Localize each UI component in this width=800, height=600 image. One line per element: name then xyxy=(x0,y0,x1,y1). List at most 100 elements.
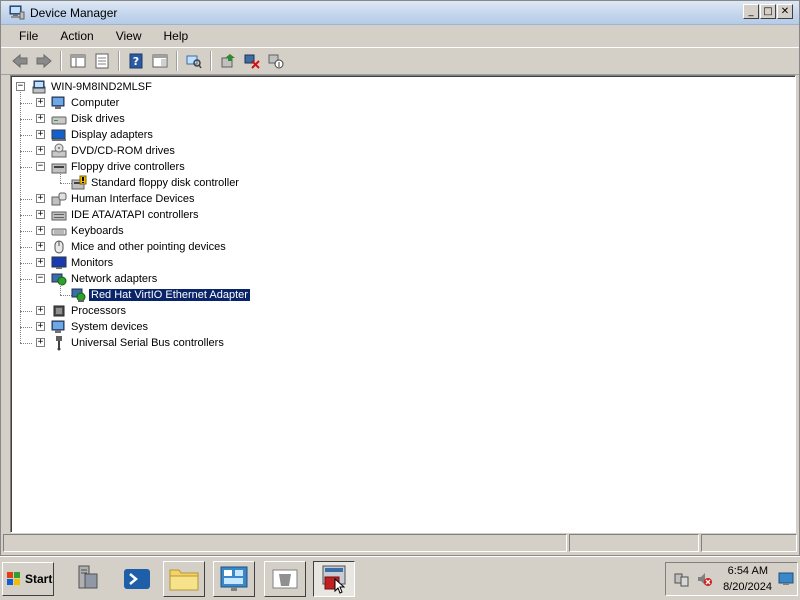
help-button[interactable]: ? xyxy=(125,50,147,72)
usb-icon xyxy=(56,336,62,351)
close-button[interactable]: ✕ xyxy=(777,4,793,19)
expand-mice-and-other-pointing-devices-button[interactable]: + xyxy=(36,242,45,251)
category-monitors[interactable]: Monitors xyxy=(51,255,113,271)
category-network-adapters[interactable]: Network adapters xyxy=(51,271,157,287)
export-list-button[interactable] xyxy=(149,50,171,72)
expand-dvd-cd-rom-drives-button[interactable]: + xyxy=(36,146,45,155)
back-button[interactable] xyxy=(9,50,31,72)
maximize-button[interactable]: □ xyxy=(760,4,776,19)
category-label: Disk drives xyxy=(71,113,125,125)
expand-keyboards-button[interactable]: + xyxy=(36,226,45,235)
uninstall-icon xyxy=(244,54,260,69)
server-manager-icon xyxy=(78,565,98,589)
update-driver-button[interactable] xyxy=(217,50,239,72)
minimize-button[interactable]: _ xyxy=(743,4,759,19)
disable-button[interactable] xyxy=(265,50,287,72)
category-disk-drives[interactable]: Disk drives xyxy=(51,111,125,127)
forward-button[interactable] xyxy=(33,50,55,72)
category-system-devices[interactable]: System devices xyxy=(51,319,148,335)
menu-action[interactable]: Action xyxy=(48,27,103,45)
category-ide-ata-atapi-controllers[interactable]: IDE ATA/ATAPI controllers xyxy=(51,207,199,223)
tree-connector xyxy=(60,172,61,183)
menu-file[interactable]: File xyxy=(7,27,48,45)
expand-display-adapters-button[interactable]: + xyxy=(36,130,45,139)
expand-human-interface-devices-button[interactable]: + xyxy=(36,194,45,203)
control-panel-icon xyxy=(220,566,248,591)
category-display-adapters[interactable]: Display adapters xyxy=(51,127,153,143)
keyboard-icon xyxy=(51,228,67,236)
clock-time[interactable]: 6:54 AM xyxy=(728,565,768,577)
expand-ide-ata-atapi-controllers-button[interactable]: + xyxy=(36,210,45,219)
tree-connector xyxy=(20,151,32,152)
tree-connector xyxy=(20,92,21,343)
network-tray-icon[interactable] xyxy=(674,571,690,587)
device-label: Red Hat VirtIO Ethernet Adapter xyxy=(89,289,250,301)
expand-system-devices-button[interactable]: + xyxy=(36,322,45,331)
taskbar-recycle-bin[interactable] xyxy=(264,561,306,597)
category-label: Processors xyxy=(71,305,127,317)
device-manager-icon xyxy=(322,565,346,594)
taskbar-server-manager[interactable] xyxy=(66,561,108,597)
floppy-warning-icon xyxy=(71,175,87,190)
tree-connector xyxy=(20,199,32,200)
scan-hardware-button[interactable] xyxy=(183,50,205,72)
device-red-hat-virtio-ethernet-adapter[interactable]: Red Hat VirtIO Ethernet Adapter xyxy=(71,287,250,303)
expand-floppy-drive-controllers-button[interactable]: − xyxy=(36,162,45,171)
back-icon xyxy=(12,53,28,69)
category-floppy-drive-controllers[interactable]: Floppy drive controllers xyxy=(51,159,185,175)
scan-hardware-icon xyxy=(186,55,202,69)
start-button[interactable]: Start xyxy=(2,562,54,596)
taskbar-powershell[interactable] xyxy=(116,561,158,597)
menu-view[interactable]: View xyxy=(104,27,152,45)
windows-logo-icon xyxy=(7,572,20,585)
device-tree[interactable]: − WIN-9M8IND2MLSF + Computer + Disk drives + Di… xyxy=(10,75,796,533)
tree-connector xyxy=(20,135,32,136)
taskbar-device-manager[interactable] xyxy=(313,561,355,597)
tree-root-label: WIN-9M8IND2MLSF xyxy=(51,81,152,93)
menu-help[interactable]: Help xyxy=(152,27,199,45)
show-hide-tree-button[interactable] xyxy=(67,50,89,72)
tree-connector xyxy=(20,231,32,232)
category-label: Network adapters xyxy=(71,273,158,285)
expand-computer-button[interactable]: + xyxy=(36,98,45,107)
category-label: Monitors xyxy=(71,257,114,269)
expand-universal-serial-bus-controllers-button[interactable]: + xyxy=(36,338,45,347)
forward-icon xyxy=(36,53,52,69)
category-computer[interactable]: Computer xyxy=(51,95,119,111)
tree-root[interactable]: WIN-9M8IND2MLSF xyxy=(31,79,152,95)
expand-monitors-button[interactable]: + xyxy=(36,258,45,267)
tree-connector xyxy=(20,119,32,120)
taskbar-explorer[interactable] xyxy=(163,561,205,597)
computer-icon xyxy=(51,96,65,109)
volume-muted-icon[interactable] xyxy=(696,571,712,587)
category-human-interface-devices[interactable]: Human Interface Devices xyxy=(51,191,195,207)
tree-connector xyxy=(20,263,32,264)
category-dvd-cd-rom-drives[interactable]: DVD/CD-ROM drives xyxy=(51,143,175,159)
category-keyboards[interactable]: Keyboards xyxy=(51,223,124,239)
powershell-icon xyxy=(124,569,150,589)
toolbar-separator xyxy=(176,51,178,71)
hid-icon xyxy=(51,192,67,206)
properties-button[interactable] xyxy=(91,50,113,72)
clock-date[interactable]: 8/20/2024 xyxy=(723,581,772,593)
properties-icon xyxy=(95,53,109,69)
expand-processors-button[interactable]: + xyxy=(36,306,45,315)
tree-connector xyxy=(20,103,32,104)
category-processors[interactable]: Processors xyxy=(51,303,126,319)
category-universal-serial-bus-controllers[interactable]: Universal Serial Bus controllers xyxy=(51,335,224,351)
expand-disk-drives-button[interactable]: + xyxy=(36,114,45,123)
show-desktop-icon[interactable] xyxy=(778,572,794,586)
ide-controller-icon xyxy=(51,211,67,221)
toolbar: ? xyxy=(1,47,799,75)
taskbar-control-panel[interactable] xyxy=(213,561,255,597)
expand-network-adapters-button[interactable]: − xyxy=(36,274,45,283)
menu-bar: File Action View Help xyxy=(1,25,799,47)
toolbar-separator xyxy=(210,51,212,71)
network-card-icon xyxy=(71,288,86,302)
device-standard-floppy-disk-controller[interactable]: Standard floppy disk controller xyxy=(71,175,239,191)
title-bar[interactable]: Device Manager _ □ ✕ xyxy=(1,1,799,25)
disable-icon xyxy=(268,54,284,69)
root-collapse-button[interactable]: − xyxy=(16,82,25,91)
uninstall-button[interactable] xyxy=(241,50,263,72)
category-mice-and-other-pointing-devices[interactable]: Mice and other pointing devices xyxy=(51,239,226,255)
